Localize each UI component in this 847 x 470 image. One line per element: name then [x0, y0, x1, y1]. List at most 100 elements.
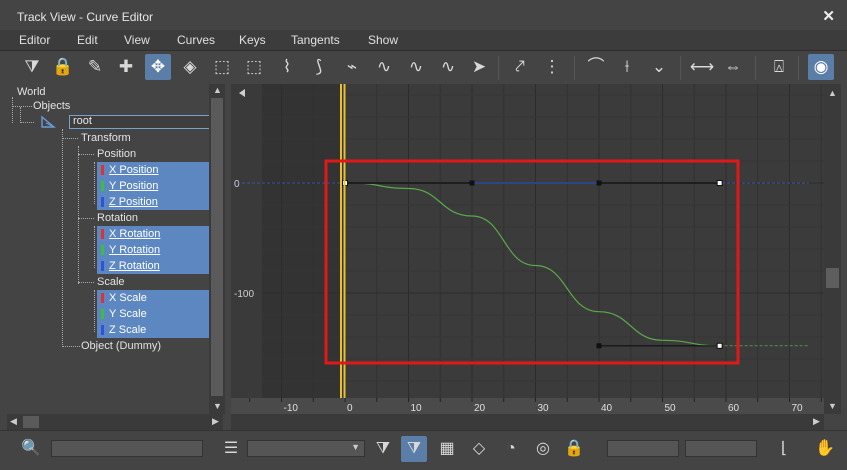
graph-vertical-scrollbar[interactable]: ▲ ▼	[824, 84, 841, 414]
filter-icon[interactable]: ⧩	[19, 54, 45, 80]
scroll-right-icon[interactable]: ▶	[212, 416, 219, 427]
graph-horizontal-scrollbar[interactable]: ▶	[231, 414, 824, 430]
list-options-icon[interactable]: ☰	[218, 436, 244, 462]
tangent-fast-icon[interactable]: ∿	[403, 54, 429, 80]
tree-item-x-position[interactable]: X Position	[97, 162, 209, 178]
plot-background	[262, 84, 824, 398]
add-keys-icon[interactable]: ◈	[177, 54, 203, 80]
filter-animated-icon[interactable]: ▦	[434, 436, 460, 462]
selection-dropdown[interactable]: ▼	[247, 440, 365, 457]
value-field[interactable]	[685, 440, 757, 457]
tangent-step-icon[interactable]: ➤	[466, 54, 492, 80]
layers-icon[interactable]: ◇	[466, 436, 492, 462]
key-point	[716, 180, 723, 186]
menu-bar: Editor Edit View Curves Keys Tangents Sh…	[0, 30, 847, 50]
tangent-smooth-icon[interactable]: ⋮	[539, 54, 565, 80]
tree-line	[20, 107, 21, 123]
scroll-thumb[interactable]	[23, 416, 39, 428]
tree-item-y-scale[interactable]: Y Scale	[97, 306, 209, 322]
zoom-icon[interactable]: 🔍	[18, 436, 44, 462]
menu-view[interactable]: View	[124, 33, 150, 47]
menu-tangents[interactable]: Tangents	[291, 33, 340, 47]
tree-line	[62, 346, 80, 347]
tree-item-z-scale[interactable]: Z Scale	[97, 322, 209, 338]
tree-item-label: Z Scale	[109, 324, 147, 336]
scroll-up-icon[interactable]: ▲	[213, 85, 222, 95]
move-keys-icon[interactable]: ✥	[145, 54, 171, 80]
scroll-thumb[interactable]	[826, 268, 839, 288]
tree-line	[94, 226, 95, 268]
scroll-thumb[interactable]	[211, 98, 223, 396]
lock-tangents-icon[interactable]: ⟷	[689, 54, 715, 80]
tree-item-label: X Rotation	[109, 228, 161, 240]
tree-item-z-position[interactable]: Z Position	[97, 194, 209, 210]
tree-item-label: root	[73, 115, 92, 127]
curve-graph[interactable]: 0-100-200-10010203040506070	[231, 84, 824, 414]
key-point	[469, 180, 475, 186]
show-tangents-icon[interactable]: ⌄	[646, 54, 672, 80]
tree-item-label: Object (Dummy)	[81, 340, 162, 352]
unify-tangents-icon[interactable]: ⟊	[614, 54, 640, 80]
draw-curves-icon[interactable]: ⌇	[274, 54, 300, 80]
track-field[interactable]	[51, 440, 203, 457]
menu-curves[interactable]: Curves	[177, 33, 215, 47]
tree-item-label: Rotation	[97, 212, 138, 224]
multiplier-curve-icon[interactable]: ⍓	[766, 54, 792, 80]
tangent-auto-icon[interactable]: ⌁	[339, 54, 365, 80]
time-icon[interactable]: ◔	[498, 436, 524, 462]
out-of-range-band	[262, 84, 345, 398]
scroll-left-icon[interactable]: ◀	[10, 416, 17, 427]
isolate-curve-icon[interactable]: ◉	[808, 54, 834, 80]
menu-editor[interactable]: Editor	[19, 33, 50, 47]
tree-item-label: Transform	[81, 132, 131, 144]
frame-field[interactable]	[607, 440, 679, 457]
scroll-down-icon[interactable]: ▼	[213, 401, 222, 411]
toolbar-separator	[498, 56, 499, 80]
tree-item-x-rotation[interactable]: X Rotation	[97, 226, 209, 242]
scroll-right-icon[interactable]: ▶	[813, 416, 820, 427]
lock-icon[interactable]: 🔒	[561, 436, 587, 462]
menu-keys[interactable]: Keys	[239, 33, 266, 47]
y-tick-label: -100	[234, 289, 254, 300]
x-axis-swatch	[101, 229, 104, 239]
tangent-linear-icon[interactable]: ⤤	[507, 54, 533, 80]
tree-item-label: X Scale	[109, 292, 147, 304]
reduce-keys-icon[interactable]: ⟆	[306, 54, 332, 80]
snap-values-icon[interactable]: ✚	[113, 54, 139, 80]
snap-frames-icon[interactable]: ✎	[82, 54, 108, 80]
x-tick-label: 70	[792, 403, 804, 414]
menu-edit[interactable]: Edit	[77, 33, 98, 47]
break-tangents-icon[interactable]: ⌒	[583, 54, 609, 80]
tree-item-label: Scale	[97, 276, 125, 288]
tree-item-y-position[interactable]: Y Position	[97, 178, 209, 194]
x-tick-label: 0	[347, 403, 353, 414]
tree-item-x-scale[interactable]: X Scale	[97, 290, 209, 306]
close-button[interactable]: ✕	[822, 7, 835, 25]
tree-line	[78, 282, 94, 283]
frame-curve-icon[interactable]: ⌊	[771, 436, 797, 462]
x-tick-label: 40	[601, 403, 613, 414]
retime-icon[interactable]: ⬚	[241, 54, 267, 80]
y-tick-label: 0	[234, 179, 240, 190]
tree-horizontal-scrollbar[interactable]: ◀ ▶	[7, 414, 223, 430]
toolbar-separator	[680, 56, 681, 80]
tree-item-root[interactable]: root	[69, 115, 215, 129]
region-key-icon[interactable]: ⬚	[209, 54, 235, 80]
x-tick-label: -10	[284, 403, 299, 414]
scroll-down-icon[interactable]: ▼	[828, 401, 837, 411]
filter-selected-tracks-icon[interactable]: ⧩	[370, 436, 396, 462]
tree-vertical-scrollbar[interactable]: ▲ ▼	[209, 84, 225, 414]
pan-hand-icon[interactable]: ✋	[812, 436, 838, 462]
tree-item-y-rotation[interactable]: Y Rotation	[97, 242, 209, 258]
tree-item-z-rotation[interactable]: Z Rotation	[97, 258, 209, 274]
visibility-filter-icon[interactable]: ◎	[530, 436, 556, 462]
lock-selection-icon[interactable]: 🔒	[50, 54, 76, 80]
tangent-slow-icon[interactable]: ∿	[435, 54, 461, 80]
filter-selected-objects-icon[interactable]: ⧩	[401, 436, 427, 462]
tree-line	[20, 122, 34, 123]
ease-curve-icon[interactable]: ⇔	[720, 54, 746, 80]
curve-graph-canvas[interactable]: 0-100-200-10010203040506070	[231, 84, 824, 414]
tangent-spline-icon[interactable]: ∿	[371, 54, 397, 80]
menu-show[interactable]: Show	[368, 33, 398, 47]
scroll-up-icon[interactable]: ▲	[828, 88, 837, 98]
